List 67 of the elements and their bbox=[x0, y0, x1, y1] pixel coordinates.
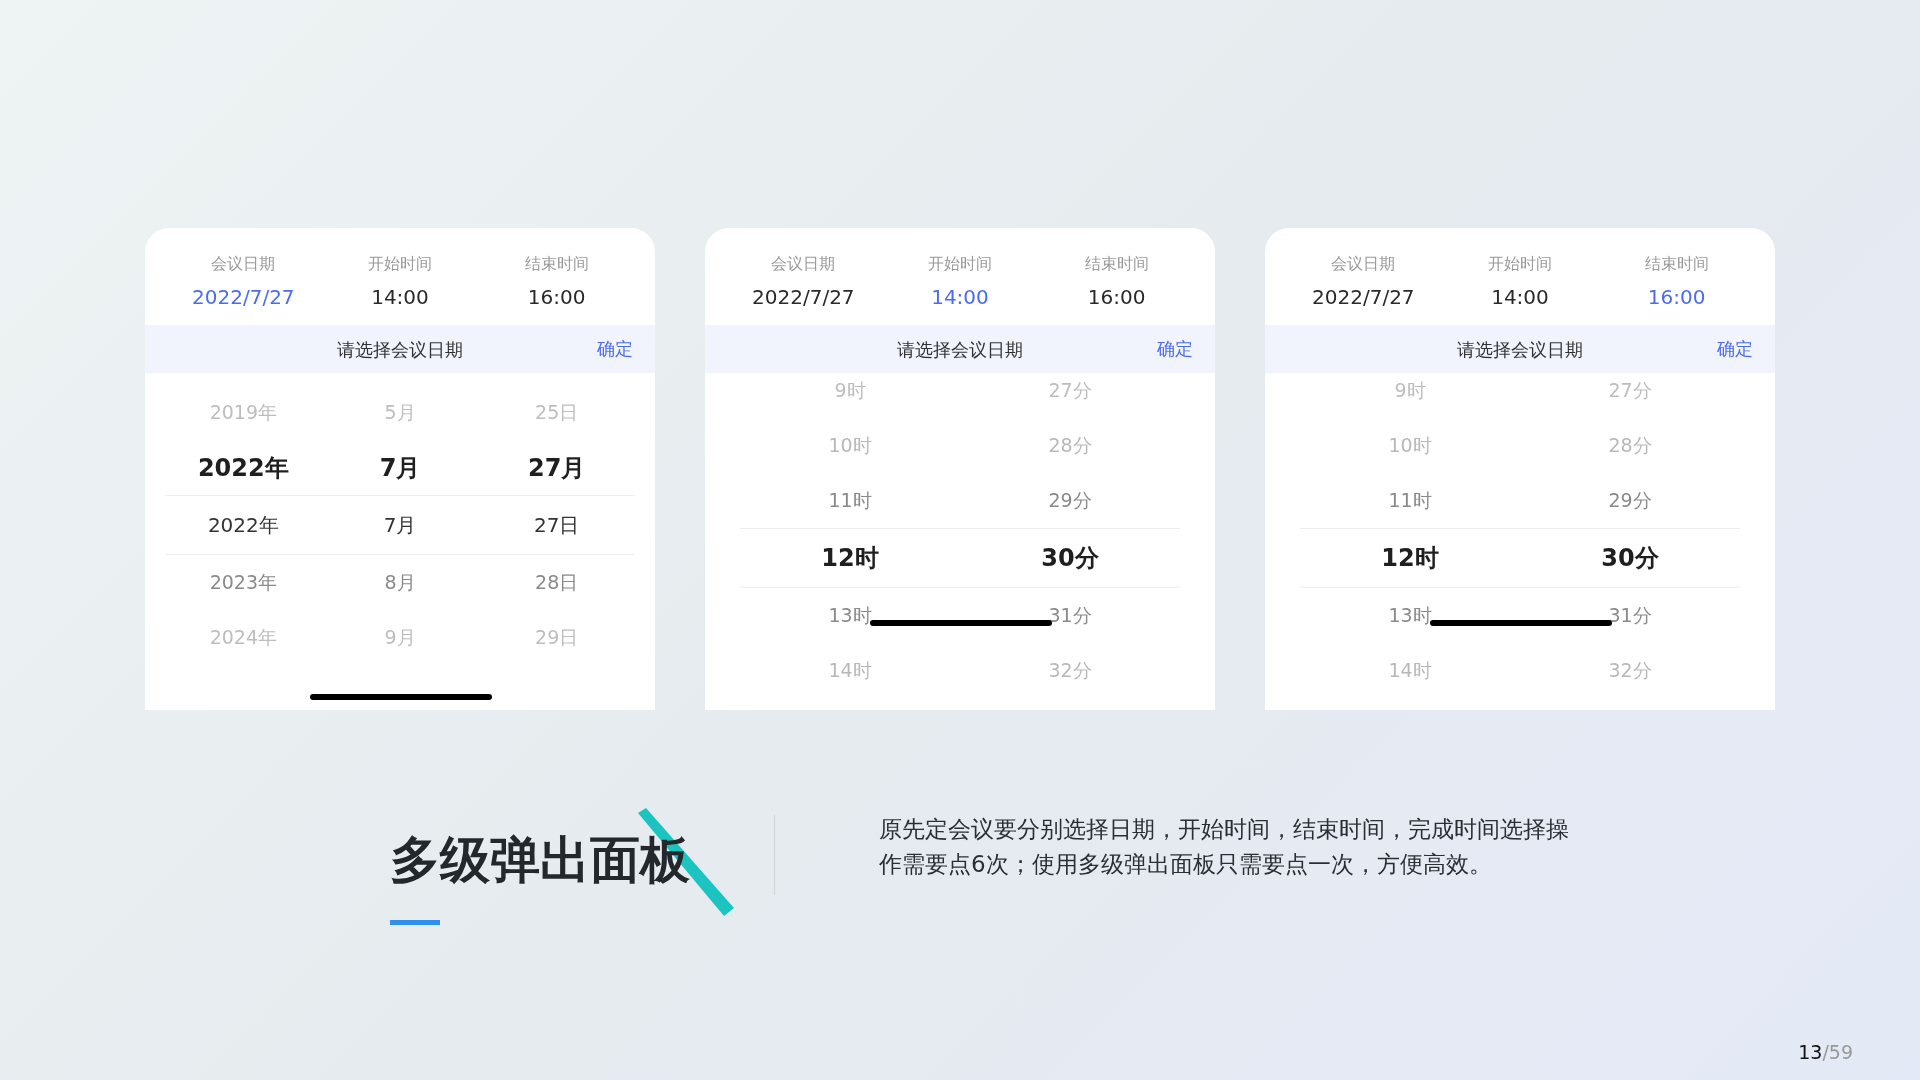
field-value[interactable]: 16:00 bbox=[1647, 282, 1706, 312]
field-label: 会议日期 bbox=[771, 253, 836, 275]
picker-option[interactable]: 25日 bbox=[478, 398, 635, 427]
picker-option[interactable]: 2019年 bbox=[165, 398, 322, 427]
picker-option[interactable]: 2024年 bbox=[165, 623, 322, 652]
picker-option[interactable]: 12时 bbox=[1300, 540, 1520, 576]
field-value[interactable]: 14:00 bbox=[371, 282, 429, 312]
picker-option[interactable]: 27分 bbox=[1520, 376, 1740, 405]
field-value[interactable]: 16:00 bbox=[1087, 282, 1146, 312]
field-value[interactable]: 2022/7/27 bbox=[752, 282, 855, 312]
picker-option[interactable]: 12时 bbox=[740, 540, 960, 576]
field-label: 会议日期 bbox=[211, 253, 276, 275]
picker-option[interactable]: 31分 bbox=[960, 601, 1180, 630]
sheet-title: 请选择会议日期 bbox=[1457, 337, 1583, 362]
field-value[interactable]: 14:00 bbox=[931, 282, 989, 312]
sheet-title: 请选择会议日期 bbox=[897, 337, 1023, 362]
picker-option[interactable]: 10时 bbox=[740, 431, 960, 460]
field-value[interactable]: 16:00 bbox=[527, 282, 586, 312]
field-label: 结束时间 bbox=[1084, 253, 1149, 275]
picker-option[interactable]: 32分 bbox=[1520, 656, 1740, 685]
field-value[interactable]: 2022/7/27 bbox=[192, 282, 295, 312]
picker-option[interactable]: 29分 bbox=[1520, 486, 1740, 515]
picker-option[interactable]: 11时 bbox=[1300, 486, 1520, 515]
picker-option[interactable]: 28日 bbox=[478, 568, 635, 597]
picker-option[interactable]: 8月 bbox=[321, 568, 479, 597]
field-label: 结束时间 bbox=[524, 253, 589, 275]
picker-option[interactable]: 32分 bbox=[960, 656, 1180, 685]
picker-option[interactable]: 11时 bbox=[740, 486, 960, 515]
picker-option[interactable]: 14时 bbox=[740, 656, 960, 685]
picker-option[interactable]: 10时 bbox=[1300, 431, 1520, 460]
picker-option[interactable]: 13时 bbox=[1300, 601, 1520, 630]
picker-option[interactable]: 2022年 bbox=[165, 449, 322, 486]
picker-option[interactable]: 5月 bbox=[321, 398, 479, 427]
sheet-title: 请选择会议日期 bbox=[337, 337, 463, 362]
picker-option[interactable]: 9月 bbox=[321, 623, 479, 652]
picker-option[interactable]: 14时 bbox=[1300, 656, 1520, 685]
picker-option[interactable]: 7月 bbox=[321, 510, 479, 540]
picker-option[interactable]: 27月 bbox=[478, 449, 635, 486]
picker-option[interactable]: 31分 bbox=[1520, 601, 1740, 630]
field-label: 结束时间 bbox=[1644, 253, 1709, 275]
picker-option[interactable]: 9时 bbox=[1300, 376, 1520, 405]
field-label: 开始时间 bbox=[368, 253, 432, 275]
page-total: /59 bbox=[1822, 1039, 1853, 1065]
confirm-button[interactable]: 确定 bbox=[1717, 335, 1753, 362]
description-text: 原先定会议要分别选择日期，开始时间，结束时间，完成时间选择操作需要点6次；使用多级弹出面板只需要点一次，方便高效。 bbox=[879, 815, 1570, 879]
title-underline bbox=[390, 920, 440, 925]
picker-option[interactable]: 13时 bbox=[740, 601, 960, 630]
field-value[interactable]: 2022/7/27 bbox=[1312, 282, 1415, 312]
picker-option[interactable]: 2023年 bbox=[165, 568, 322, 597]
picker-option[interactable]: 2022年 bbox=[165, 510, 322, 540]
picker-option[interactable]: 28分 bbox=[960, 431, 1180, 460]
picker-option[interactable]: 9时 bbox=[740, 376, 960, 405]
picker-option[interactable]: 7月 bbox=[321, 449, 479, 486]
picker-option[interactable]: 30分 bbox=[1520, 540, 1740, 576]
page-number: 13 bbox=[1798, 1039, 1823, 1065]
picker-option[interactable]: 30分 bbox=[960, 540, 1180, 576]
picker-option[interactable]: 28分 bbox=[1520, 431, 1740, 460]
picker-option[interactable]: 27日 bbox=[478, 510, 635, 540]
field-label: 会议日期 bbox=[1331, 253, 1396, 275]
confirm-button[interactable]: 确定 bbox=[1157, 335, 1193, 362]
picker-option[interactable]: 29分 bbox=[960, 486, 1180, 515]
field-value[interactable]: 14:00 bbox=[1491, 282, 1549, 312]
picker-option[interactable]: 27分 bbox=[960, 376, 1180, 405]
field-label: 开始时间 bbox=[928, 253, 992, 275]
field-label: 开始时间 bbox=[1488, 253, 1552, 275]
picker-option[interactable]: 29日 bbox=[478, 623, 635, 652]
confirm-button[interactable]: 确定 bbox=[597, 335, 633, 362]
